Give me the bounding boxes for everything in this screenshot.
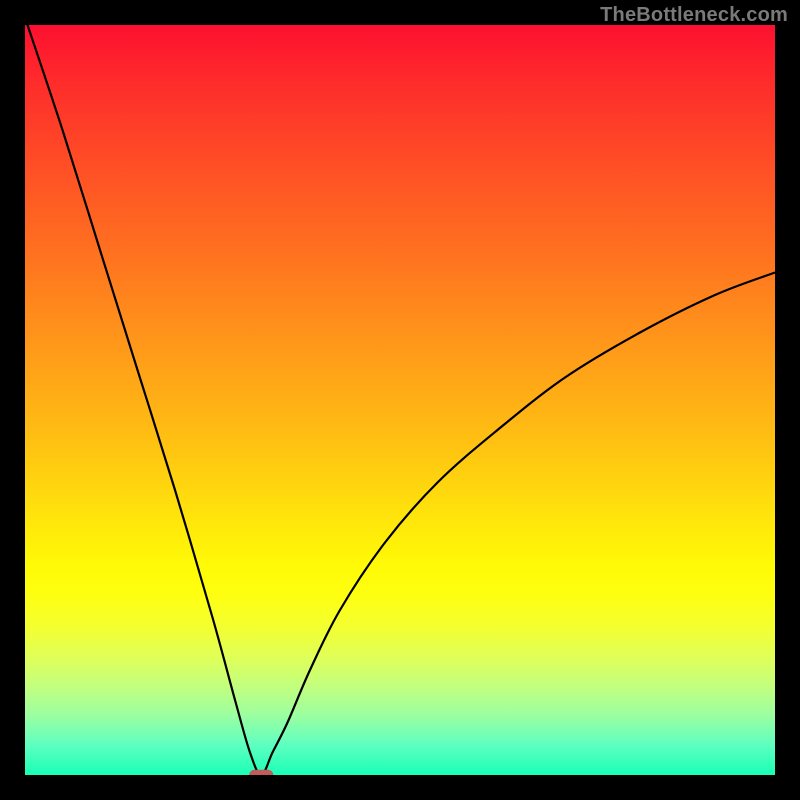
watermark-text: TheBottleneck.com: [600, 4, 788, 27]
marker-layer: [25, 25, 775, 775]
optimum-marker: [249, 770, 273, 775]
chart-container: TheBottleneck.com: [0, 0, 800, 800]
plot-area: [25, 25, 775, 775]
